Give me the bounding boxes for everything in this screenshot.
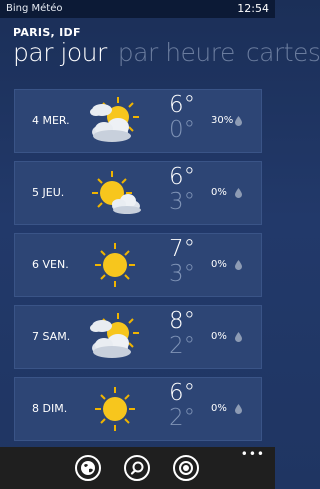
low-temperature: 0°: [169, 117, 196, 143]
day-label: 4 MER.: [32, 114, 70, 127]
low-temperature: 3°: [169, 261, 196, 287]
high-temperature: 6°: [169, 380, 196, 406]
search-icon: [130, 461, 144, 475]
globe-button[interactable]: [75, 455, 101, 481]
low-temperature: 2°: [169, 333, 196, 359]
more-options-icon[interactable]: •••: [241, 448, 265, 460]
high-temperature: 6°: [169, 164, 196, 190]
low-temperature: 2°: [169, 405, 196, 431]
locate-button[interactable]: [173, 455, 199, 481]
day-label: 6 VEN.: [32, 258, 69, 271]
tab-cartes[interactable]: cartes: [246, 38, 320, 67]
precipitation-chance: 0%: [211, 331, 227, 342]
clock: 12:54: [237, 2, 269, 15]
locate-icon: [179, 461, 193, 475]
status-bar: Bing Météo 12:54: [0, 0, 275, 18]
forecast-row[interactable]: 7 SAM. 8° 2° 0%: [14, 305, 262, 369]
partly-cloudy-icon: [90, 97, 139, 142]
raindrop-icon: [235, 116, 242, 126]
day-label: 8 DIM.: [32, 402, 68, 415]
high-temperature: 6°: [169, 92, 196, 118]
precipitation-chance: 0%: [211, 259, 227, 270]
sun-behind-cloud-icon: [92, 171, 141, 214]
forecast-row[interactable]: 6 VEN. 7° 3° 0%: [14, 233, 262, 297]
raindrop-icon: [235, 404, 242, 414]
app-name: Bing Météo: [6, 3, 63, 14]
globe-icon: [81, 461, 95, 475]
forecast-row[interactable]: 4 MER. 6° 0° 30%: [14, 89, 262, 153]
high-temperature: 8°: [169, 308, 196, 334]
search-button[interactable]: [124, 455, 150, 481]
sun-icon: [95, 243, 135, 287]
day-label: 7 SAM.: [32, 330, 71, 343]
forecast-row[interactable]: 5 JEU. 6° 3° 0%: [14, 161, 262, 225]
raindrop-icon: [235, 188, 242, 198]
precipitation-chance: 0%: [211, 403, 227, 414]
tab-par-heure[interactable]: par heure: [118, 38, 236, 67]
high-temperature: 7°: [169, 236, 196, 262]
partly-cloudy-icon: [90, 313, 139, 358]
raindrop-icon: [235, 332, 242, 342]
forecast-row[interactable]: 8 DIM. 6° 2° 0%: [14, 377, 262, 441]
tab-par-jour[interactable]: par jour: [13, 38, 107, 67]
raindrop-icon: [235, 260, 242, 270]
precipitation-chance: 0%: [211, 187, 227, 198]
low-temperature: 3°: [169, 189, 196, 215]
precipitation-chance: 30%: [211, 115, 234, 126]
app-bar: •••: [0, 447, 275, 489]
daily-forecast-list: 4 MER. 6° 0° 30% 5 JEU. 6° 3° 0% 6 VEN. …: [14, 89, 262, 449]
pivot-header: par jour par heure cartes: [13, 38, 320, 67]
sun-icon: [95, 387, 135, 431]
day-label: 5 JEU.: [32, 186, 65, 199]
